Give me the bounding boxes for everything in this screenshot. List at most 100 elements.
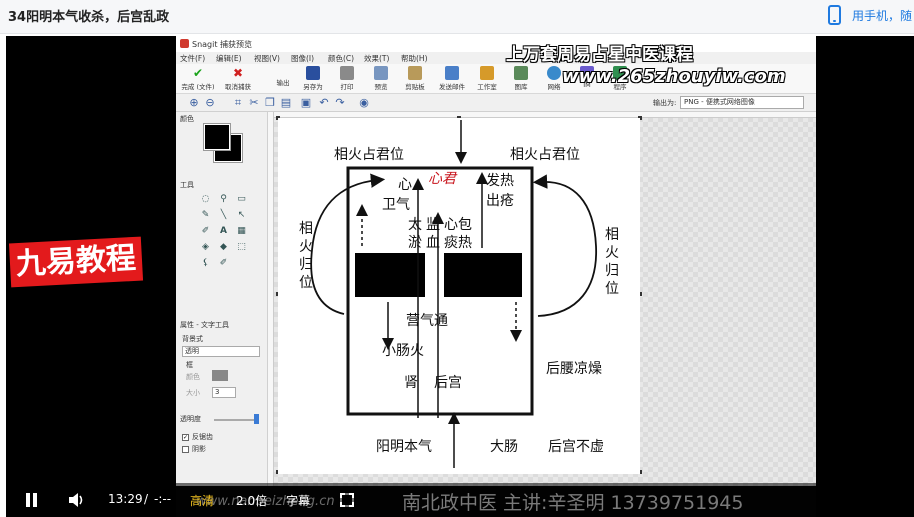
cut-icon[interactable]: ✂ (248, 97, 260, 109)
capture-canvas[interactable]: 相火占君位 相火占君位 相火归位 相火归位 心 心君 发热 出疮 卫气 太 监 … (268, 112, 816, 486)
crop-icon[interactable]: ⌗ (232, 97, 244, 109)
callout-tool-icon[interactable]: ▦ (236, 226, 247, 237)
snagit-title-bar: Snagit 捕获预览 (176, 36, 816, 52)
print-button[interactable]: 打印 (332, 64, 362, 91)
video-right-margin (816, 36, 914, 517)
copy-icon[interactable]: ❐ (264, 97, 276, 109)
label-xin-jun: 心君 (428, 171, 456, 187)
label-da-chang: 大肠 (490, 439, 518, 455)
brand-logo: 九易教程 (8, 236, 144, 288)
eraser-icon[interactable]: ✐ (218, 258, 229, 269)
subtitles-button[interactable]: 字幕 (286, 492, 310, 509)
phone-link[interactable]: 用手机，随 (852, 7, 912, 24)
zoom-out-icon[interactable]: ⊖ (204, 97, 216, 109)
help-icon[interactable]: ◉ (358, 97, 370, 109)
page-header: 34阳明本气收杀，后宫乱政 用手机，随 (0, 0, 914, 34)
label-ying-qi-tong: 营气通 (406, 313, 448, 329)
vertical-ruler (268, 112, 274, 486)
menu-file[interactable]: 文件(F) (180, 53, 205, 64)
border-color-swatch[interactable] (212, 370, 228, 381)
page: 34阳明本气收杀，后宫乱政 用手机，随 九易教程 Snagit 捕获预览 文件(… (0, 0, 914, 517)
save-icon (306, 66, 320, 80)
cancel-capture-button[interactable]: ✖ 取消捕获 (220, 64, 256, 91)
label-hou-yao: 后腰凉燥 (546, 361, 602, 377)
gallery-button[interactable]: 图库 (506, 64, 536, 91)
antialias-checkbox[interactable]: ✓ (182, 434, 189, 441)
pause-icon[interactable] (26, 493, 38, 507)
video-player[interactable]: 九易教程 Snagit 捕获预览 文件(F) 编辑(E) 视图(V) 图像(I)… (6, 36, 914, 517)
label-jian: 监 (426, 217, 440, 233)
label-yu: 淤 (408, 235, 422, 251)
undo-icon[interactable]: ↶ (318, 97, 330, 109)
highlighter-icon[interactable]: ✐ (200, 226, 211, 237)
menu-view[interactable]: 视图(V) (254, 53, 280, 64)
line-tool-icon[interactable]: ╲ (218, 210, 229, 221)
shadow-checkbox[interactable] (182, 446, 189, 453)
send-mail-button[interactable]: 发送邮件 (434, 64, 470, 91)
clipboard-button[interactable]: 剪贴板 (398, 64, 432, 91)
quality-button[interactable]: 高清 (190, 492, 214, 509)
video-left-margin: 九易教程 (6, 36, 176, 517)
label-xue: 血 (426, 235, 440, 251)
shadow-label: 阴影 (192, 445, 206, 453)
phone-icon[interactable] (828, 5, 841, 25)
label-wei-qi: 卫气 (382, 197, 410, 213)
label-fa-re: 发热 (486, 173, 514, 189)
volume-icon[interactable] (68, 492, 86, 508)
snagit-window: Snagit 捕获预览 文件(F) 编辑(E) 视图(V) 图像(I) 颜色(C… (176, 36, 816, 486)
arrow-tool-icon[interactable]: ↖ (236, 210, 247, 221)
duration: -:-- (154, 492, 172, 506)
stamp-tool-icon[interactable]: ⬚ (236, 242, 247, 253)
pen-tool-icon[interactable]: ✎ (200, 210, 211, 221)
redo-icon[interactable]: ↷ (334, 97, 346, 109)
label-hou-gong-bu-xu: 后宫不虚 (548, 439, 604, 455)
preview-icon (374, 66, 388, 80)
eyedropper-icon[interactable]: ⚸ (200, 258, 211, 269)
output-label: 输出为: (653, 99, 677, 107)
studio-icon (480, 66, 494, 80)
time-separator: / (144, 492, 149, 506)
current-time: 13:29 (108, 492, 143, 506)
shape-tool-icon[interactable]: ◆ (218, 242, 229, 253)
menu-image[interactable]: 图像(I) (291, 53, 314, 64)
label-chu-chuang: 出疮 (486, 193, 514, 209)
clipboard-icon (408, 66, 422, 80)
bg-style-select[interactable]: 透明 (182, 346, 260, 357)
magnifier-tool-icon[interactable]: ⚲ (218, 194, 229, 205)
output-format-select[interactable]: PNG - 便携式网络图像 (680, 96, 804, 109)
page-title: 34阳明本气收杀，后宫乱政 (8, 10, 170, 25)
fullscreen-icon[interactable] (339, 492, 355, 508)
watermark-title: 上万套周易占星中医课程 (506, 45, 693, 65)
text-tool-icon[interactable]: A (218, 226, 229, 237)
paste-icon[interactable]: ▤ (280, 97, 292, 109)
fill-tool-icon[interactable]: ◈ (200, 242, 211, 253)
foreground-color-swatch[interactable] (203, 123, 231, 151)
tools-heading: 工具 (180, 181, 194, 189)
opacity-slider-handle[interactable] (254, 414, 259, 424)
menu-colors[interactable]: 颜色(C) (328, 53, 354, 64)
label-yang-ming: 阳明本气 (376, 439, 432, 455)
snagit-menu-bar: 文件(F) 编辑(E) 视图(V) 图像(I) 颜色(C) 效果(T) 帮助(H… (176, 52, 816, 64)
menu-help[interactable]: 帮助(H) (401, 53, 428, 64)
menu-edit[interactable]: 编辑(E) (216, 53, 242, 64)
snagit-app-icon (180, 39, 189, 48)
label-tan-re: 痰热 (444, 235, 472, 251)
rect-select-icon[interactable]: ▭ (236, 194, 247, 205)
border-size-label: 大小 (186, 389, 200, 397)
studio-button[interactable]: 工作室 (472, 64, 502, 91)
diagram-strokes (310, 120, 597, 468)
border-size-input[interactable]: 3 (212, 387, 236, 398)
speed-button[interactable]: 2.0倍 (236, 492, 267, 509)
snagit-title: Snagit 捕获预览 (192, 40, 253, 49)
selection-tool-icon[interactable]: ◌ (200, 194, 211, 205)
preview-button[interactable]: 预览 (366, 64, 396, 91)
menu-effects[interactable]: 效果(T) (364, 53, 389, 64)
player-controls: 13:29 / -:-- www.nanbeizheng.cn 高清 2.0倍 … (6, 483, 914, 517)
paste-all-icon[interactable]: ▣ (300, 97, 312, 109)
zoom-in-icon[interactable]: ⊕ (188, 97, 200, 109)
save-as-button[interactable]: 另存为 (296, 64, 330, 91)
label-xiao-chang-huo: 小肠火 (382, 343, 424, 359)
label-left-vertical: 相火归位 (299, 221, 313, 291)
opacity-slider-track[interactable] (214, 419, 258, 421)
finish-button[interactable]: ✔ 完成 (文件) (178, 64, 218, 91)
